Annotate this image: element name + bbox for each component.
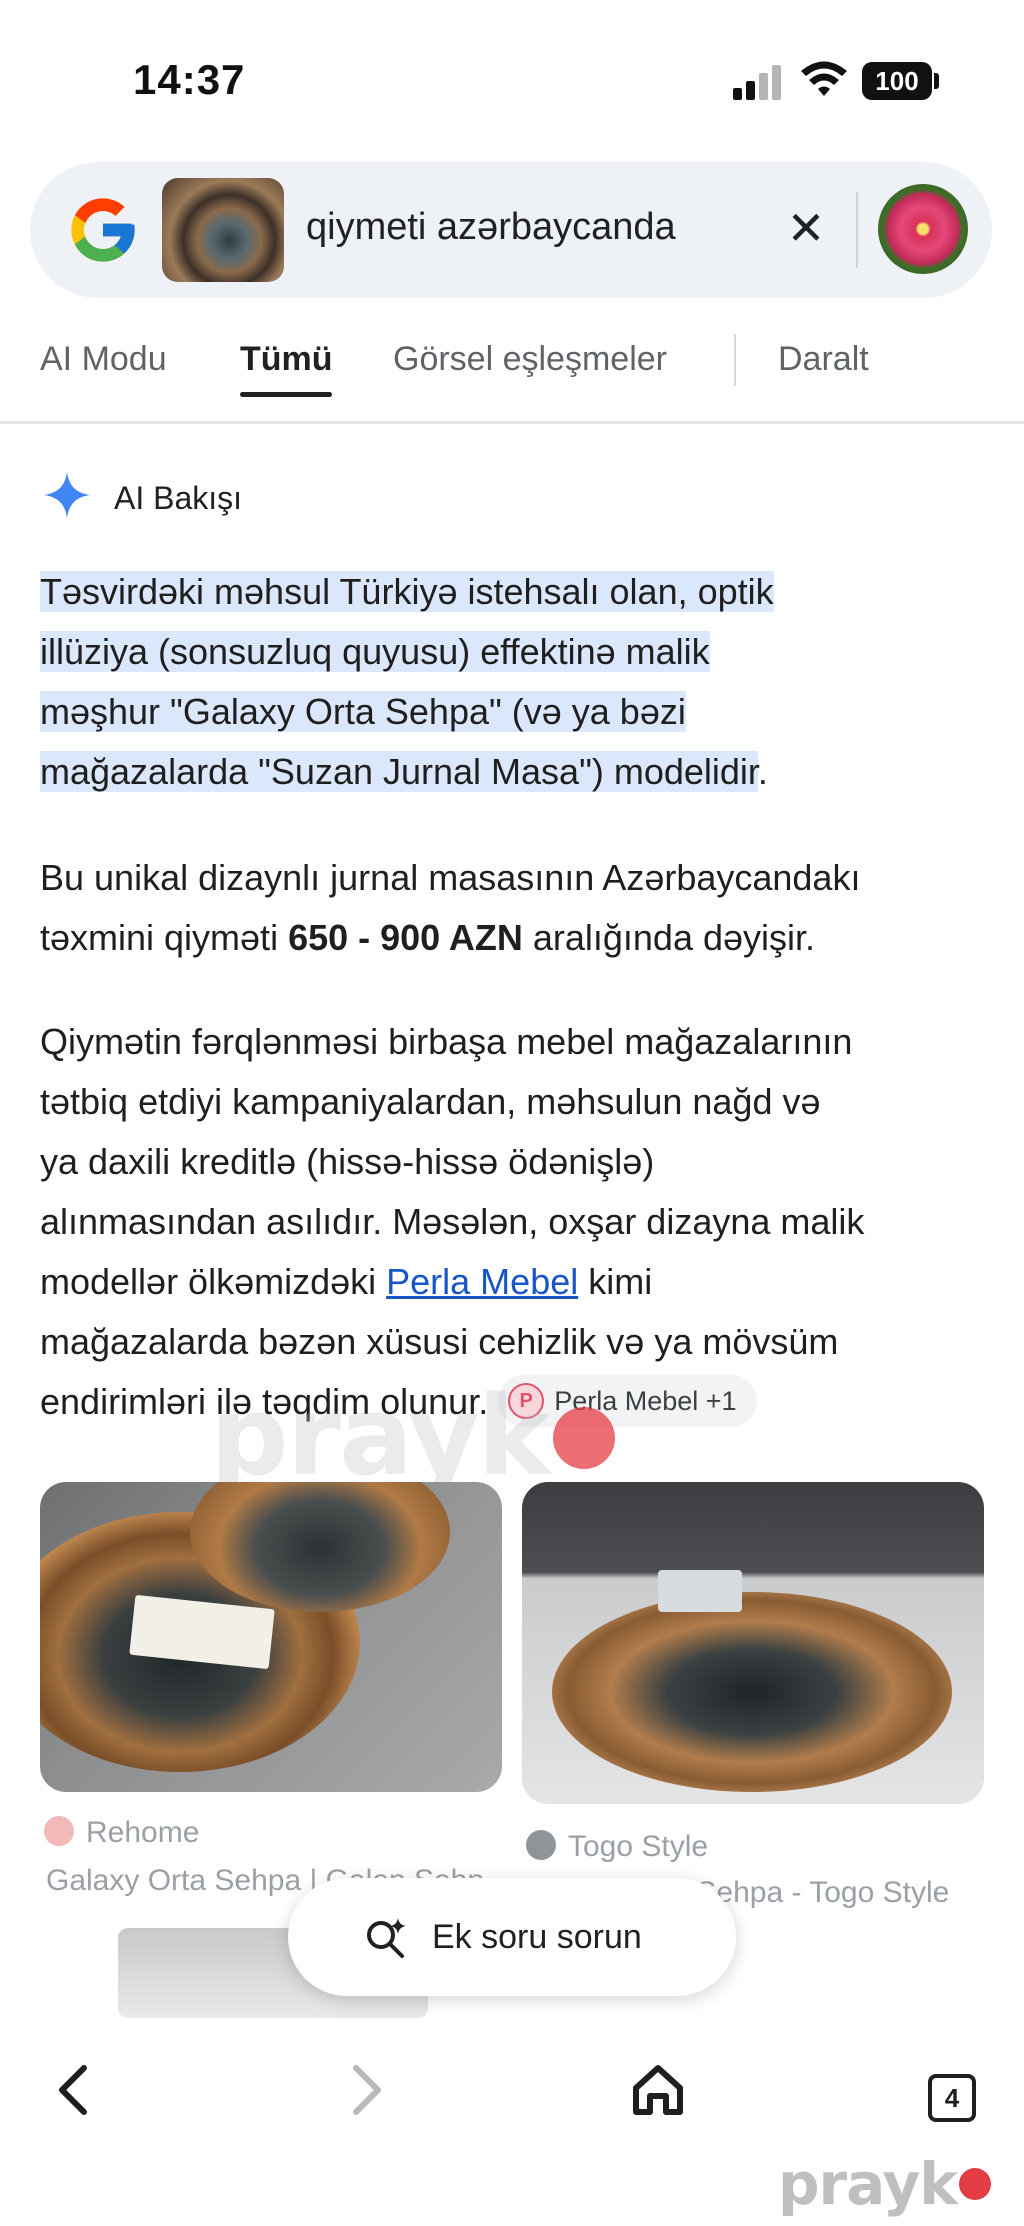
price-line-1: Bu unikal dizaynlı jurnal masasının Azər…	[40, 857, 861, 898]
price-paragraph: Bu unikal dizaynlı jurnal masasının Azər…	[40, 848, 990, 968]
search-divider	[856, 192, 858, 268]
tab-collapse[interactable]: Daralt	[778, 340, 869, 379]
battery-icon: 100	[862, 62, 932, 100]
search-sparkle-icon	[367, 1918, 406, 1958]
account-avatar[interactable]	[878, 184, 968, 274]
table-image-shape	[552, 1592, 952, 1792]
perla-mebel-link[interactable]: Perla Mebel	[386, 1261, 578, 1302]
tab-ai-mode[interactable]: AI Modu	[40, 340, 167, 379]
summary-line-4: mağazalarda "Suzan Jurnal Masa") modelid…	[40, 751, 758, 792]
result-image-2[interactable]	[522, 1482, 984, 1804]
tab-all[interactable]: Tümü	[240, 340, 333, 379]
watermark-text: prayk	[210, 1372, 551, 1500]
details-line-5a: modellər ölkəmizdəki	[40, 1261, 387, 1302]
summary-line-2: illüziya (sonsuzluq quyusu) effektinə ma…	[40, 631, 710, 672]
watermark-corner-text: prayk	[778, 2150, 958, 2218]
ai-overview-title: AI Bakışı	[114, 480, 243, 516]
summary-line-1: Təsvirdəki məhsul Türkiyə istehsalı olan…	[40, 571, 774, 612]
tab-switcher-button[interactable]: 4	[928, 2074, 976, 2122]
ask-followup-label: Ek soru sorun	[432, 1918, 642, 1956]
signal-icon	[733, 64, 785, 100]
result-source-2[interactable]: Togo Style	[526, 1830, 708, 1864]
result-source-1[interactable]: Rehome	[44, 1816, 199, 1850]
watermark-center: prayk	[210, 1372, 615, 1500]
ask-followup-button[interactable]: Ek soru sorun	[288, 1878, 736, 1996]
togo-style-favicon-icon	[526, 1830, 556, 1861]
forward-icon[interactable]	[326, 2050, 406, 2130]
result-image-1[interactable]	[40, 1482, 502, 1792]
clear-search-button[interactable]: ✕	[774, 196, 838, 260]
price-line-2b: aralığında dəyişir.	[522, 917, 816, 958]
summary-period: .	[757, 751, 768, 792]
active-tab-indicator	[240, 392, 332, 397]
price-range: 650 - 900 AZN	[288, 917, 523, 958]
tab-visual-matches[interactable]: Görsel eşleşmeler	[393, 340, 667, 379]
books-image-shape	[658, 1570, 742, 1612]
query-image-thumbnail[interactable]	[162, 178, 284, 282]
rehome-favicon-icon	[44, 1816, 74, 1847]
google-g-logo[interactable]	[65, 192, 141, 268]
search-query-text[interactable]: qiymeti azərbaycanda	[306, 206, 676, 249]
details-line-1: Qiymətin fərqlənməsi birbaşa mebel mağaz…	[40, 1021, 853, 1062]
details-line-2: tətbiq etdiyi kampaniyalardan, məhsulun …	[40, 1081, 821, 1122]
home-icon[interactable]	[618, 2050, 698, 2130]
details-line-6: mağazalarda bəzən xüsusi cehizlik və ya …	[40, 1321, 839, 1362]
back-icon[interactable]	[34, 2050, 114, 2130]
summary-line-3: məşhur "Galaxy Orta Sehpa" (və ya bəzi	[40, 691, 686, 732]
search-tabs: AI Modu Tümü Görsel eşleşmeler Daralt	[0, 320, 1024, 424]
details-line-3: ya daxili kreditlə (hissə-hissə ödənişlə…	[40, 1141, 655, 1182]
ai-summary-highlighted: Təsvirdəki məhsul Türkiyə istehsalı olan…	[40, 562, 990, 802]
wifi-icon	[801, 61, 847, 96]
battery-tip	[934, 73, 939, 89]
watermark-corner-dot	[958, 2167, 991, 2200]
search-bar[interactable]: qiymeti azərbaycanda ✕	[30, 162, 992, 298]
result-source-2-name: Togo Style	[568, 1830, 709, 1863]
tab-separator	[734, 334, 736, 386]
price-line-2a: təxmini qiyməti	[40, 917, 289, 958]
status-time: 14:37	[133, 56, 246, 103]
watermark-dot	[552, 1406, 615, 1469]
watermark-corner: prayk	[778, 2150, 991, 2218]
details-paragraph: Qiymətin fərqlənməsi birbaşa mebel mağaz…	[40, 1012, 990, 1432]
status-bar: 14:37 100	[0, 0, 1024, 150]
result-source-1-name: Rehome	[86, 1816, 200, 1849]
details-line-5b: kimi	[578, 1261, 653, 1302]
details-line-4: alınmasından asılıdır. Məsələn, oxşar di…	[40, 1201, 865, 1242]
ai-sparkle-icon	[44, 472, 90, 518]
